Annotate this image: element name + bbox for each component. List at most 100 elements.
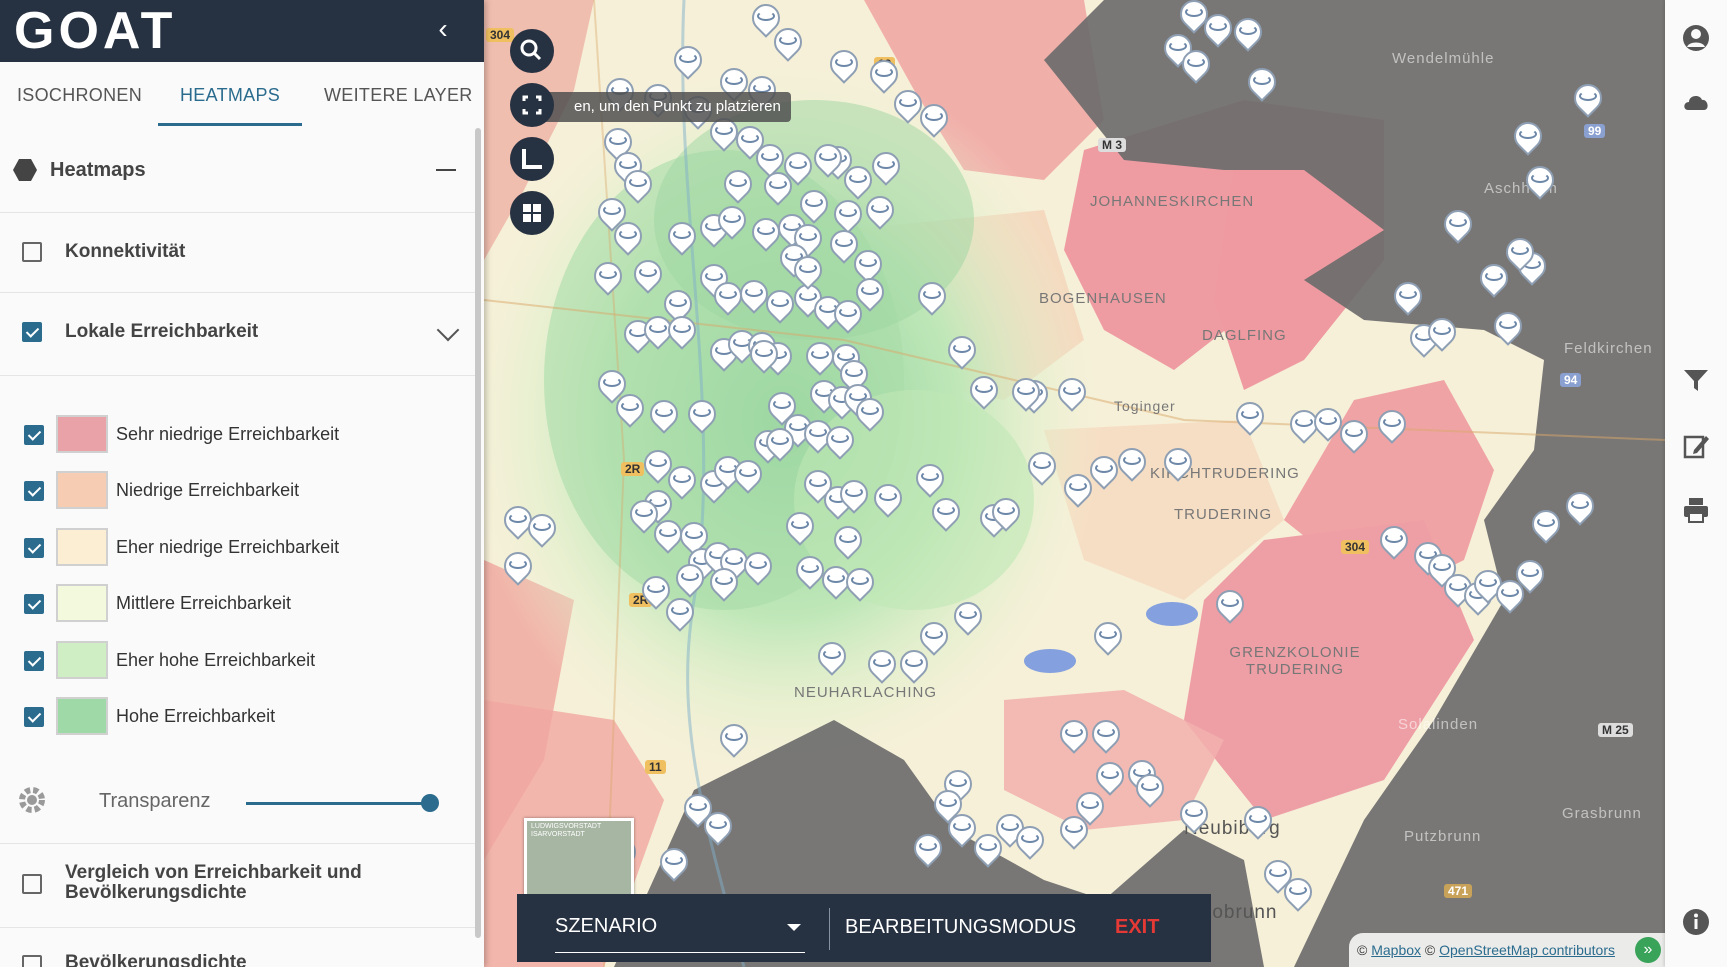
bike-station-pin[interactable] bbox=[662, 216, 702, 258]
bike-station-pin[interactable] bbox=[662, 310, 702, 352]
bike-station-pin[interactable] bbox=[682, 394, 722, 436]
gear-icon[interactable] bbox=[16, 784, 48, 816]
bike-station-pin[interactable] bbox=[1052, 372, 1092, 414]
bike-station-pin[interactable] bbox=[738, 546, 778, 588]
chevron-down-icon[interactable] bbox=[787, 924, 801, 931]
bike-station-pin[interactable] bbox=[588, 256, 628, 298]
bike-station-pin[interactable] bbox=[812, 636, 852, 678]
bike-station-pin[interactable] bbox=[948, 596, 988, 638]
bike-station-pin[interactable] bbox=[1510, 554, 1550, 596]
panel-scrollbar[interactable] bbox=[475, 128, 481, 938]
info-icon[interactable] bbox=[1680, 906, 1712, 938]
bike-station-pin[interactable] bbox=[1278, 872, 1318, 914]
bike-station-pin[interactable] bbox=[1198, 8, 1238, 50]
bike-station-pin[interactable] bbox=[808, 138, 848, 180]
bike-station-pin[interactable] bbox=[1526, 504, 1566, 546]
bike-station-pin[interactable] bbox=[1088, 616, 1128, 658]
bike-station-pin[interactable] bbox=[662, 460, 702, 502]
bike-station-pin[interactable] bbox=[1500, 232, 1540, 274]
bike-station-pin[interactable] bbox=[1308, 402, 1348, 444]
bike-station-pin[interactable] bbox=[760, 422, 800, 464]
bike-station-pin[interactable] bbox=[1520, 160, 1560, 202]
bike-station-pin[interactable] bbox=[926, 492, 966, 534]
bike-station-pin[interactable] bbox=[862, 644, 902, 686]
bike-station-pin[interactable] bbox=[712, 200, 752, 242]
bike-station-pin[interactable] bbox=[498, 546, 538, 588]
exit-button[interactable]: EXIT bbox=[1115, 894, 1159, 960]
vergleich-checkbox[interactable] bbox=[22, 874, 42, 894]
tab-weitere-layer[interactable]: WEITERE LAYER bbox=[324, 62, 473, 126]
bike-station-pin[interactable] bbox=[522, 508, 562, 550]
bike-station-pin[interactable] bbox=[760, 284, 800, 326]
bike-station-pin[interactable] bbox=[840, 562, 880, 604]
bike-station-pin[interactable] bbox=[888, 84, 928, 126]
bike-station-pin[interactable] bbox=[1006, 372, 1046, 414]
bike-station-pin[interactable] bbox=[744, 334, 784, 376]
bike-station-pin[interactable] bbox=[608, 216, 648, 258]
bike-station-pin[interactable] bbox=[1176, 44, 1216, 86]
bike-station-pin[interactable] bbox=[942, 808, 982, 850]
bike-station-pin[interactable] bbox=[610, 388, 650, 430]
bike-station-pin[interactable] bbox=[1058, 468, 1098, 510]
bike-station-pin[interactable] bbox=[986, 492, 1026, 534]
bike-station-pin[interactable] bbox=[1388, 276, 1428, 318]
scenario-dropdown[interactable]: SZENARIO bbox=[555, 894, 805, 953]
bike-station-pin[interactable] bbox=[1242, 62, 1282, 104]
bike-station-pin[interactable] bbox=[894, 644, 934, 686]
bike-station-pin[interactable] bbox=[800, 336, 840, 378]
legend-checkbox[interactable] bbox=[24, 651, 44, 671]
chevron-down-icon[interactable] bbox=[436, 318, 460, 342]
bike-station-pin[interactable] bbox=[718, 164, 758, 206]
bike-station-pin[interactable] bbox=[746, 212, 786, 254]
bike-station-pin[interactable] bbox=[1086, 714, 1126, 756]
bike-station-pin[interactable] bbox=[1372, 404, 1412, 446]
bike-station-pin[interactable] bbox=[908, 828, 948, 870]
bike-station-pin[interactable] bbox=[670, 558, 710, 600]
bike-station-pin[interactable] bbox=[698, 806, 738, 848]
bike-station-pin[interactable] bbox=[1054, 714, 1094, 756]
filter-icon[interactable] bbox=[1680, 364, 1712, 396]
bike-station-pin[interactable] bbox=[968, 828, 1008, 870]
bike-station-pin[interactable] bbox=[768, 22, 808, 64]
bike-station-pin[interactable] bbox=[788, 250, 828, 292]
bike-station-pin[interactable] bbox=[668, 40, 708, 82]
bike-station-pin[interactable] bbox=[1174, 794, 1214, 836]
bike-station-pin[interactable] bbox=[912, 276, 952, 318]
bike-station-pin[interactable] bbox=[790, 550, 830, 592]
bike-station-pin[interactable] bbox=[1422, 312, 1462, 354]
minimize-icon[interactable] bbox=[436, 169, 456, 171]
mapbox-link[interactable]: Mapbox bbox=[1371, 942, 1421, 958]
transparency-slider-handle[interactable] bbox=[421, 794, 439, 812]
bike-station-pin[interactable] bbox=[654, 842, 694, 884]
bike-station-pin[interactable] bbox=[964, 370, 1004, 412]
bike-station-pin[interactable] bbox=[914, 98, 954, 140]
collapse-panel-icon[interactable]: ‹ bbox=[426, 12, 460, 46]
bike-station-pin[interactable] bbox=[1474, 258, 1514, 300]
bike-station-pin[interactable] bbox=[1238, 800, 1278, 842]
bike-station-pin[interactable] bbox=[734, 274, 774, 316]
bike-station-pin[interactable] bbox=[1158, 442, 1198, 484]
edit-mode-button[interactable]: BEARBEITUNGSMODUS bbox=[845, 894, 1076, 960]
bike-station-pin[interactable] bbox=[644, 394, 684, 436]
cloud-icon[interactable] bbox=[1680, 86, 1712, 118]
bike-station-pin[interactable] bbox=[1112, 442, 1152, 484]
bike-station-pin[interactable] bbox=[1508, 116, 1548, 158]
bike-station-pin[interactable] bbox=[1560, 486, 1600, 528]
bike-station-pin[interactable] bbox=[758, 166, 798, 208]
bike-station-pin[interactable] bbox=[910, 458, 950, 500]
bike-station-pin[interactable] bbox=[850, 392, 890, 434]
bike-station-pin[interactable] bbox=[660, 592, 700, 634]
legend-checkbox[interactable] bbox=[24, 538, 44, 558]
openstreetmap-link[interactable]: OpenStreetMap contributors bbox=[1439, 942, 1615, 958]
bike-station-pin[interactable] bbox=[868, 478, 908, 520]
bike-station-pin[interactable] bbox=[648, 514, 688, 556]
legend-checkbox[interactable] bbox=[24, 707, 44, 727]
bike-station-pin[interactable] bbox=[828, 520, 868, 562]
bike-station-pin[interactable] bbox=[780, 506, 820, 548]
bike-station-pin[interactable] bbox=[1010, 820, 1050, 862]
search-icon[interactable] bbox=[510, 29, 554, 73]
fullscreen-icon[interactable] bbox=[510, 83, 554, 127]
layers-icon[interactable] bbox=[510, 191, 554, 235]
bike-station-pin[interactable] bbox=[1054, 810, 1094, 852]
tab-heatmaps[interactable]: HEATMAPS bbox=[180, 62, 280, 126]
